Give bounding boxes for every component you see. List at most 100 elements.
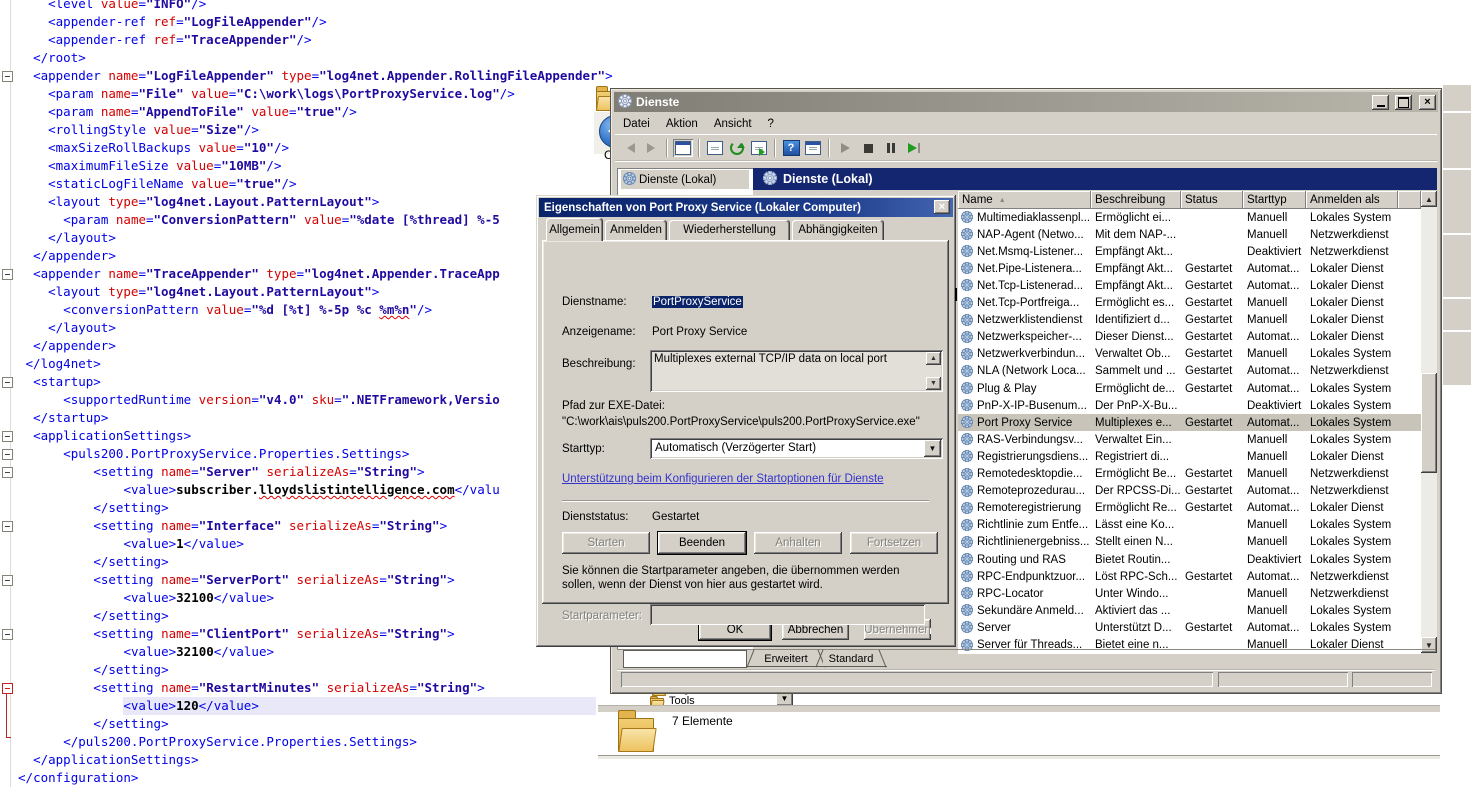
code-line[interactable]: <setting name="ServerPort" serializeAs="… <box>18 571 613 589</box>
new-window-icon[interactable] <box>803 139 823 157</box>
code-line[interactable]: </applicationSettings> <box>18 751 613 769</box>
code-line[interactable]: </configuration> <box>18 769 613 787</box>
table-row[interactable]: RAS-Verbindungsv...Verwaltet Ein...Manue… <box>958 431 1421 448</box>
code-line[interactable]: <appender name="LogFileAppender" type="l… <box>18 67 613 85</box>
code-line[interactable]: <level value="INFO"/> <box>18 0 613 13</box>
table-row[interactable]: NLA (Network Loca...Sammelt und ...Gesta… <box>958 363 1421 380</box>
restart-service-icon[interactable] <box>904 139 924 157</box>
code-line[interactable]: <rollingStyle value="Size"/> <box>18 121 613 139</box>
table-scrollbar[interactable]: ▲ ▼ <box>1421 191 1437 653</box>
stop-service-icon[interactable] <box>858 139 878 157</box>
column-header-beschreibung[interactable]: Beschreibung <box>1091 191 1181 209</box>
scroll-up-button[interactable]: ▲ <box>926 352 941 365</box>
menu-item-datei[interactable]: Datei <box>615 116 658 132</box>
code-line[interactable]: <supportedRuntime version="v4.0" sku=".N… <box>18 391 613 409</box>
code-line[interactable]: <param name="ConversionPattern" value="%… <box>18 211 613 229</box>
table-row[interactable]: Net.Pipe-Listenera...Empfängt Akt...Gest… <box>958 260 1421 277</box>
fold-toggle-icon[interactable] <box>2 575 13 586</box>
table-row[interactable]: ServerUnterstützt D...GestartetAutomat..… <box>958 619 1421 636</box>
beschreibung-field[interactable]: Multiplexes external TCP/IP data on loca… <box>650 350 943 392</box>
code-line[interactable]: <puls200.PortProxyService.Properties.Set… <box>18 445 613 463</box>
minimize-button[interactable] <box>1372 95 1389 110</box>
code-line[interactable]: </setting> <box>18 715 613 733</box>
table-row[interactable]: Server für Threads...Bietet eine n...Man… <box>958 637 1421 654</box>
menu-item-aktion[interactable]: Aktion <box>658 116 706 132</box>
chevron-down-icon[interactable]: ▼ <box>924 440 941 457</box>
show-console-tree-icon[interactable] <box>673 139 693 157</box>
table-row[interactable]: Net.Tcp-Listenerad...Empfängt Akt...Gest… <box>958 277 1421 294</box>
code-line[interactable]: </setting> <box>18 661 613 679</box>
table-row[interactable]: NetzwerklistendienstIdentifiziert d...Ge… <box>958 312 1421 329</box>
fold-toggle-icon[interactable] <box>2 629 13 640</box>
fold-toggle-icon[interactable] <box>2 377 13 388</box>
code-line[interactable]: </startup> <box>18 409 613 427</box>
maximize-button[interactable] <box>1395 95 1412 110</box>
code-line[interactable]: <value>32100</value> <box>18 643 613 661</box>
code-line[interactable]: <param name="File" value="C:\work\logs\P… <box>18 85 613 103</box>
table-row[interactable]: Netzwerkspeicher-...Dieser Dienst...Gest… <box>958 329 1421 346</box>
pause-service-icon[interactable] <box>881 139 901 157</box>
column-header-name[interactable]: Name▲ <box>958 191 1091 209</box>
code-line[interactable]: <setting name="Interface" serializeAs="S… <box>18 517 613 535</box>
menu-item-ansicht[interactable]: Ansicht <box>706 116 760 132</box>
code-line[interactable]: <maximumFileSize value="10MB"/> <box>18 157 613 175</box>
dialog-titlebar[interactable]: Eigenschaften von Port Proxy Service (Lo… <box>539 198 953 217</box>
view-tab-erweitert[interactable]: Erweitert <box>754 650 818 667</box>
refresh-icon[interactable] <box>727 139 747 157</box>
fold-toggle-icon[interactable] <box>2 467 13 478</box>
code-line[interactable]: </root> <box>18 49 613 67</box>
table-row[interactable]: Netzwerkverbindun...Verwaltet Ob...Gesta… <box>958 346 1421 363</box>
view-tab-standard[interactable]: Standard <box>823 650 879 667</box>
code-line[interactable]: </setting> <box>18 607 613 625</box>
code-line[interactable]: <layout type="log4net.Layout.PatternLayo… <box>18 193 613 211</box>
table-row[interactable]: Remotedesktopdie...Ermöglicht Be...Gesta… <box>958 466 1421 483</box>
fold-toggle-icon[interactable] <box>2 431 13 442</box>
column-header-filler[interactable] <box>1398 191 1421 209</box>
startoptions-help-link[interactable]: Unterstützung beim Konfigurieren der Sta… <box>562 473 884 485</box>
code-line[interactable]: <startup> <box>18 373 613 391</box>
code-line[interactable]: </setting> <box>18 499 613 517</box>
start-service-icon[interactable] <box>835 139 855 157</box>
code-line[interactable]: <appender-ref ref="LogFileAppender"/> <box>18 13 613 31</box>
table-row[interactable]: Port Proxy ServiceMultiplexes e...Gestar… <box>958 414 1421 431</box>
code-line[interactable]: </log4net> <box>18 355 613 373</box>
column-header-anmeldenals[interactable]: Anmelden als <box>1306 191 1398 209</box>
export-list-icon[interactable] <box>749 139 769 157</box>
code-line[interactable]: <setting name="ClientPort" serializeAs="… <box>18 625 613 643</box>
tab-allgemein[interactable]: Allgemein <box>546 218 603 241</box>
code-line[interactable]: <value>subscriber.lloydslistintelligence… <box>18 481 613 499</box>
scrollbar-thumb[interactable] <box>1421 373 1437 473</box>
code-line[interactable]: </layout> <box>18 229 613 247</box>
code-line[interactable]: </puls200.PortProxyService.Properties.Se… <box>18 733 613 751</box>
starttyp-select[interactable]: Automatisch (Verzögerter Start) ▼ <box>650 438 943 459</box>
table-row[interactable]: RPC-Endpunktzuor...Löst RPC-Sch...Gestar… <box>958 568 1421 585</box>
close-icon[interactable]: × <box>934 200 950 214</box>
table-row[interactable]: Net.Msmq-Listener...Empfängt Akt...Deakt… <box>958 243 1421 260</box>
table-row[interactable]: Sekundäre Anmeld...Aktiviert das ...Manu… <box>958 602 1421 619</box>
code-line[interactable]: <layout type="log4net.Layout.PatternLayo… <box>18 283 613 301</box>
fold-toggle-icon[interactable] <box>2 269 13 280</box>
table-row[interactable]: Plug & PlayErmöglicht de...GestartetAuto… <box>958 380 1421 397</box>
code-line[interactable]: <appender-ref ref="TraceAppender"/> <box>18 31 613 49</box>
forward-icon[interactable] <box>641 139 661 157</box>
table-row[interactable]: PnP-X-IP-Busenum...Der PnP-X-Bu...Deakti… <box>958 397 1421 414</box>
help-icon[interactable]: ? <box>781 139 801 157</box>
tree-item-dienste-lokal[interactable]: Dienste (Lokal) <box>621 170 749 189</box>
code-text[interactable]: <level value="INFO"/> <appender-ref ref=… <box>18 0 613 787</box>
table-row[interactable]: Remoteprozedurau...Der RPCSS-Di...Gestar… <box>958 483 1421 500</box>
table-row[interactable]: Richtlinienergebniss...Stellt einen N...… <box>958 534 1421 551</box>
code-line[interactable]: <setting name="Server" serializeAs="Stri… <box>18 463 613 481</box>
code-line[interactable]: <maxSizeRollBackups value="10"/> <box>18 139 613 157</box>
code-line[interactable]: <staticLogFileName value="true"/> <box>18 175 613 193</box>
code-line[interactable]: </layout> <box>18 319 613 337</box>
close-button[interactable]: × <box>1419 95 1436 110</box>
code-line[interactable]: </appender> <box>18 337 613 355</box>
code-line[interactable]: <appender name="TraceAppender" type="log… <box>18 265 613 283</box>
tab-wiederherstellung[interactable]: Wiederherstellung <box>669 220 790 240</box>
table-row[interactable]: RPC-LocatorUnter Windo...ManuellNetzwerk… <box>958 585 1421 602</box>
code-line[interactable]: </setting> <box>18 553 613 571</box>
code-line[interactable]: <setting name="RestartMinutes" serialize… <box>18 679 613 697</box>
column-header-starttyp[interactable]: Starttyp <box>1243 191 1306 209</box>
table-row[interactable]: Routing und RASBietet Routin...Deaktivie… <box>958 551 1421 568</box>
window-titlebar[interactable]: Dienste × <box>614 92 1438 112</box>
